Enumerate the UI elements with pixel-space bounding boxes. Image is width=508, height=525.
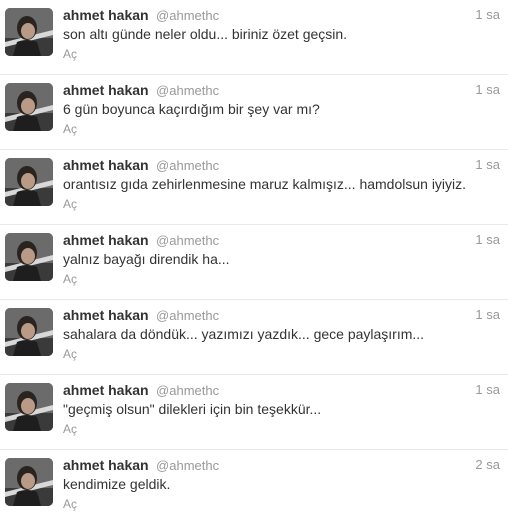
avatar-photo-icon	[5, 8, 53, 56]
tweet-header: ahmet hakan @ahmethc	[63, 6, 219, 24]
author-handle[interactable]: @ahmethc	[156, 383, 219, 398]
author-handle[interactable]: @ahmethc	[156, 458, 219, 473]
tweet-timestamp[interactable]: 2 sa	[475, 456, 500, 474]
tweet-item[interactable]: ahmet hakan @ahmethc 2 sa kendimize geld…	[0, 450, 508, 525]
expand-link[interactable]: Aç	[63, 346, 77, 362]
tweet-item[interactable]: ahmet hakan @ahmethc 1 sa orantısız gıda…	[0, 150, 508, 225]
expand-link[interactable]: Aç	[63, 121, 77, 137]
tweet-item[interactable]: ahmet hakan @ahmethc 1 sa sahalara da dö…	[0, 300, 508, 375]
tweet-timestamp[interactable]: 1 sa	[475, 306, 500, 324]
author-name[interactable]: ahmet hakan	[63, 457, 149, 473]
avatar-photo-icon	[5, 308, 53, 356]
tweet-timestamp[interactable]: 1 sa	[475, 231, 500, 249]
avatar-photo-icon	[5, 383, 53, 431]
tweet-text: orantısız gıda zehirlenmesine maruz kalm…	[63, 176, 467, 192]
tweet-item[interactable]: ahmet hakan @ahmethc 1 sa son altı günde…	[0, 0, 508, 75]
avatar-photo-icon	[5, 83, 53, 131]
avatar[interactable]	[5, 458, 53, 506]
tweet-text: "geçmiş olsun" dilekleri için bin teşekk…	[63, 401, 322, 417]
tweet-item[interactable]: ahmet hakan @ahmethc 1 sa 6 gün boyunca …	[0, 75, 508, 150]
author-name[interactable]: ahmet hakan	[63, 232, 149, 248]
expand-link[interactable]: Aç	[63, 421, 77, 437]
expand-link[interactable]: Aç	[63, 196, 77, 212]
tweet-header: ahmet hakan @ahmethc	[63, 381, 219, 399]
avatar[interactable]	[5, 308, 53, 356]
expand-link[interactable]: Aç	[63, 46, 77, 62]
tweet-header: ahmet hakan @ahmethc	[63, 156, 219, 174]
author-handle[interactable]: @ahmethc	[156, 83, 219, 98]
tweet-text: yalnız bayağı direndik ha...	[63, 251, 230, 267]
avatar[interactable]	[5, 383, 53, 431]
tweet-header: ahmet hakan @ahmethc	[63, 81, 219, 99]
avatar-photo-icon	[5, 458, 53, 506]
tweet-timestamp[interactable]: 1 sa	[475, 156, 500, 174]
tweet-timestamp[interactable]: 1 sa	[475, 381, 500, 399]
author-name[interactable]: ahmet hakan	[63, 7, 149, 23]
tweet-text: son altı günde neler oldu... biriniz öze…	[63, 26, 348, 42]
avatar-photo-icon	[5, 158, 53, 206]
avatar[interactable]	[5, 158, 53, 206]
author-handle[interactable]: @ahmethc	[156, 233, 219, 248]
tweet-header: ahmet hakan @ahmethc	[63, 231, 219, 249]
avatar[interactable]	[5, 233, 53, 281]
avatar[interactable]	[5, 8, 53, 56]
author-name[interactable]: ahmet hakan	[63, 307, 149, 323]
avatar[interactable]	[5, 83, 53, 131]
avatar-photo-icon	[5, 233, 53, 281]
tweet-item[interactable]: ahmet hakan @ahmethc 1 sa yalnız bayağı …	[0, 225, 508, 300]
author-name[interactable]: ahmet hakan	[63, 82, 149, 98]
author-handle[interactable]: @ahmethc	[156, 8, 219, 23]
tweet-header: ahmet hakan @ahmethc	[63, 306, 219, 324]
author-name[interactable]: ahmet hakan	[63, 157, 149, 173]
tweet-text: sahalara da döndük... yazımızı yazdık...…	[63, 326, 425, 342]
author-handle[interactable]: @ahmethc	[156, 308, 219, 323]
tweet-timestamp[interactable]: 1 sa	[475, 6, 500, 24]
expand-link[interactable]: Aç	[63, 271, 77, 287]
author-name[interactable]: ahmet hakan	[63, 382, 149, 398]
author-handle[interactable]: @ahmethc	[156, 158, 219, 173]
tweet-text: 6 gün boyunca kaçırdığım bir şey var mı?	[63, 101, 320, 117]
tweet-header: ahmet hakan @ahmethc	[63, 456, 219, 474]
tweet-item[interactable]: ahmet hakan @ahmethc 1 sa "geçmiş olsun"…	[0, 375, 508, 450]
tweet-timestamp[interactable]: 1 sa	[475, 81, 500, 99]
tweet-timeline: ahmet hakan @ahmethc 1 sa son altı günde…	[0, 0, 508, 525]
tweet-text: kendimize geldik.	[63, 476, 171, 492]
